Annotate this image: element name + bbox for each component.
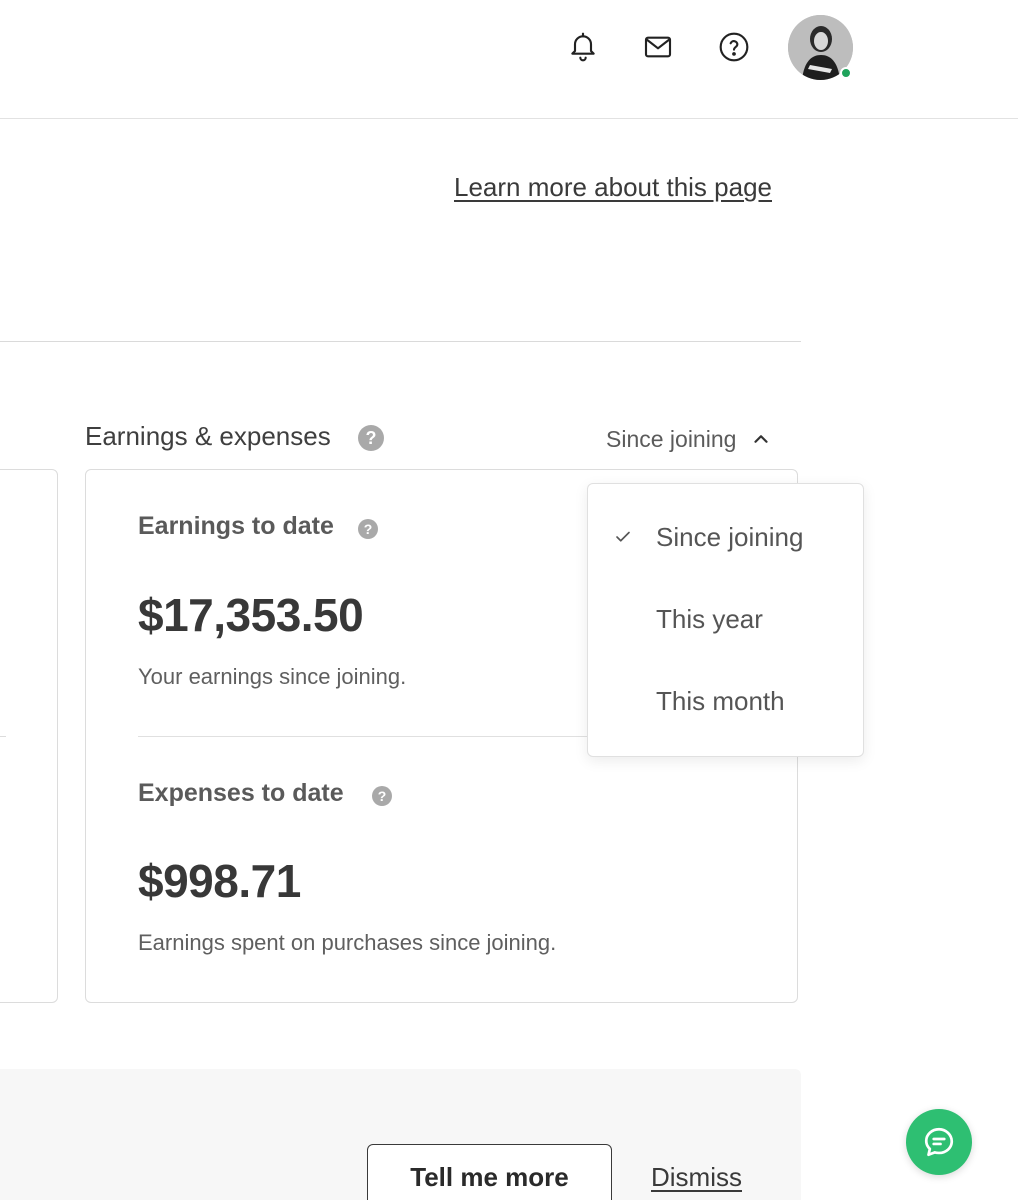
dropdown-item-since-joining[interactable]: Since joining	[588, 507, 863, 567]
adjacent-card-divider	[0, 736, 6, 737]
online-status-dot	[840, 67, 852, 79]
top-bar	[0, 0, 1018, 119]
divider	[0, 341, 801, 342]
dropdown-item-this-month[interactable]: This month	[588, 671, 863, 731]
chat-bubble-icon	[924, 1127, 954, 1157]
tell-me-more-button[interactable]: Tell me more	[367, 1144, 612, 1200]
expenses-to-date-label: Expenses to date	[138, 779, 344, 807]
period-dropdown-menu: Since joining This year This month	[587, 483, 864, 757]
chat-button[interactable]	[906, 1109, 972, 1175]
dropdown-item-label: Since joining	[656, 521, 804, 552]
dismiss-link[interactable]: Dismiss	[651, 1162, 742, 1193]
dropdown-item-this-year[interactable]: This year	[588, 589, 863, 649]
period-select[interactable]: Since joining	[606, 423, 772, 455]
expenses-to-date-description: Earnings spent on purchases since joinin…	[138, 930, 557, 955]
question-badge-icon[interactable]: ?	[358, 425, 384, 451]
mail-icon[interactable]	[641, 30, 675, 64]
dropdown-item-label: This month	[656, 685, 785, 716]
earnings-to-date-description: Your earnings since joining.	[138, 664, 407, 689]
question-badge-icon[interactable]: ?	[372, 786, 392, 806]
chevron-up-icon	[754, 435, 769, 443]
question-badge-icon[interactable]: ?	[358, 519, 378, 539]
help-icon[interactable]	[717, 30, 751, 64]
bell-icon[interactable]	[566, 30, 600, 64]
checkmark-icon	[616, 531, 630, 542]
earnings-to-date-value: $17,353.50	[138, 589, 364, 641]
learn-more-link[interactable]: Learn more about this page	[454, 172, 772, 203]
section-title: Earnings & expenses	[85, 421, 331, 451]
period-select-value: Since joining	[606, 425, 737, 452]
expenses-to-date-value: $998.71	[138, 855, 301, 907]
dropdown-item-label: This year	[656, 603, 763, 634]
earnings-to-date-label: Earnings to date	[138, 512, 334, 540]
page: Learn more about this page Earnings & ex…	[0, 0, 1018, 1200]
adjacent-card	[0, 469, 58, 1003]
